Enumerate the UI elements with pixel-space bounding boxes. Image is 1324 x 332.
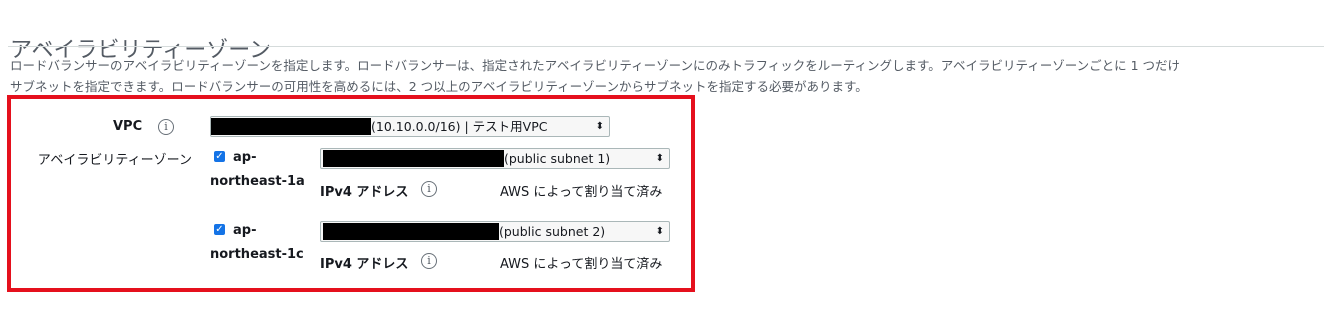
select-arrow-glyph: ⬍ — [595, 121, 604, 132]
zone-1a-ipv4-value: AWS によって割り当て済み — [500, 185, 663, 200]
info-icon[interactable]: i — [421, 253, 437, 269]
check-icon: ✓ — [215, 224, 224, 235]
section-description: ロードバランサーのアベイラビリティーゾーンを指定します。ロードバランサーは、指定… — [10, 55, 1324, 97]
zone-1a-checkbox[interactable]: ✓ — [214, 151, 225, 162]
redacted-subnet-2 — [323, 223, 499, 240]
zone-1c-name-line2: northeast-1c — [210, 247, 304, 262]
zone-1a-name-line2: northeast-1a — [210, 174, 305, 189]
up-down-arrow-icon: ⬍ — [655, 226, 664, 237]
zone-1c-subnet-value: (public subnet 2) — [499, 224, 606, 239]
zone-1c-ipv4-label: IPv4 アドレス — [320, 257, 409, 272]
title-divider — [8, 46, 1324, 47]
zone-1a-name-line1: ap- — [233, 150, 257, 165]
description-line-2: サブネットを指定できます。ロードバランサーの可用性を高めるには、2 つ以上のアベ… — [10, 79, 868, 94]
zone-1a-ipv4-label: IPv4 アドレス — [320, 185, 409, 200]
zone-1c-subnet-select[interactable]: (public subnet 2) ⬍ — [320, 221, 670, 242]
zone-1a-subnet-select[interactable]: (public subnet 1) ⬍ — [320, 148, 670, 169]
info-icon[interactable]: i — [421, 181, 437, 197]
vpc-label: VPC — [113, 119, 143, 134]
zone-1c-ipv4-value: AWS によって割り当て済み — [500, 257, 663, 272]
availability-zones-label: アベイラビリティーゾーン — [37, 153, 192, 168]
vpc-info-icon[interactable]: i — [158, 119, 174, 135]
zone-1c-checkbox[interactable]: ✓ — [214, 224, 225, 235]
description-line-1: ロードバランサーのアベイラビリティーゾーンを指定します。ロードバランサーは、指定… — [10, 58, 1181, 73]
redacted-subnet-1 — [323, 150, 504, 167]
up-down-arrow-icon: ⬍ — [655, 153, 664, 164]
check-icon: ✓ — [215, 151, 224, 162]
vpc-select[interactable]: (10.10.0.0/16) | テスト用VPC ⬍ — [210, 116, 610, 137]
vpc-select-value: (10.10.0.0/16) | テスト用VPC — [371, 119, 548, 134]
zone-1c-name-line1: ap- — [233, 223, 257, 238]
redacted-vpc-id — [211, 118, 371, 135]
zone-1a-subnet-value: (public subnet 1) — [504, 151, 611, 166]
